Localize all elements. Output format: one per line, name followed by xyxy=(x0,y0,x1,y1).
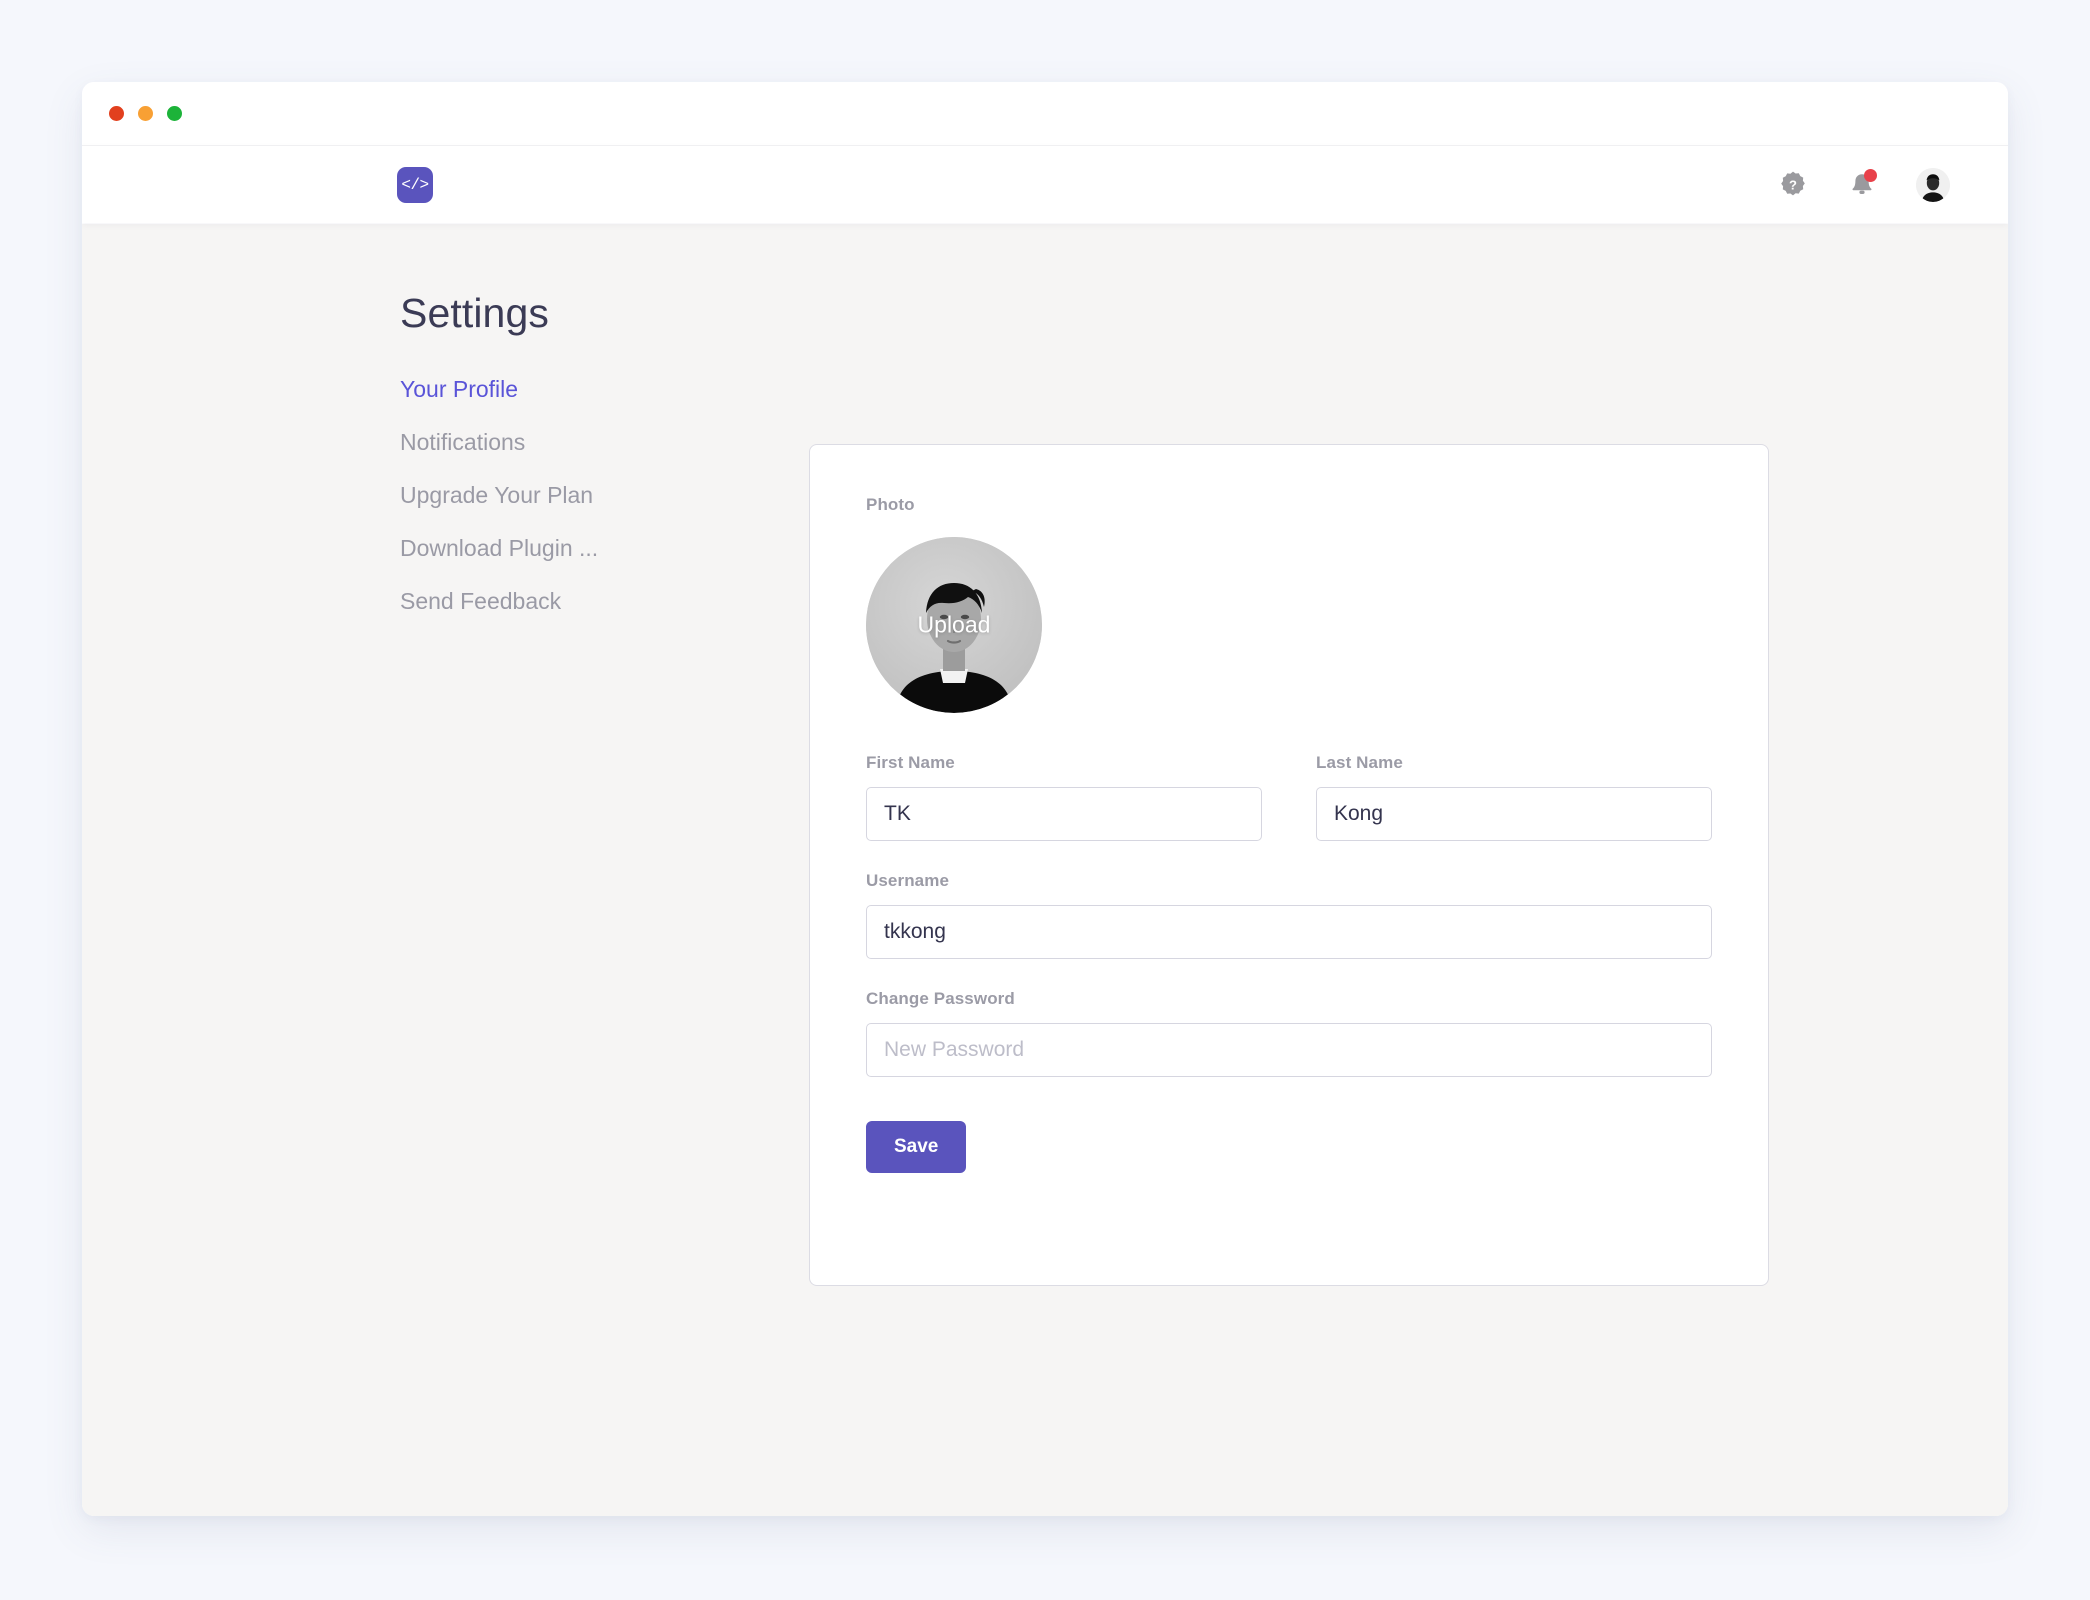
logo-glyph: </> xyxy=(401,175,429,194)
maximize-window-button[interactable] xyxy=(167,106,182,121)
page-title: Settings xyxy=(400,290,549,336)
notification-badge-dot xyxy=(1864,168,1877,182)
first-name-input[interactable] xyxy=(866,787,1262,841)
notifications-bell-icon[interactable] xyxy=(1847,168,1877,201)
first-name-label: First Name xyxy=(866,753,955,772)
change-password-field: Change Password xyxy=(866,989,1712,1077)
last-name-field: Last Name xyxy=(1316,753,1712,841)
username-label: Username xyxy=(866,871,950,890)
sidebar-item-notifications[interactable]: Notifications xyxy=(400,429,650,456)
last-name-input[interactable] xyxy=(1316,787,1712,841)
username-field: Username xyxy=(866,871,1712,959)
profile-settings-card: Photo Upload First Name TK Last Name Kon… xyxy=(809,444,1769,1286)
first-name-field: First Name xyxy=(866,753,1262,841)
new-password-input[interactable] xyxy=(866,1023,1712,1077)
photo-label: Photo xyxy=(866,495,915,514)
sidebar-item-send-feedback[interactable]: Send Feedback xyxy=(400,588,650,615)
nav-actions: ? xyxy=(1778,167,1950,202)
save-button[interactable]: Save xyxy=(866,1121,967,1173)
last-name-label: Last Name xyxy=(1316,753,1403,772)
photo-field: Photo Upload xyxy=(866,495,1712,713)
sidebar-item-upgrade-your-plan[interactable]: Upgrade Your Plan xyxy=(400,482,650,509)
change-password-label: Change Password xyxy=(866,989,1015,1008)
sidebar-item-download-plugin[interactable]: Download Plugin ... xyxy=(400,535,650,562)
minimize-window-button[interactable] xyxy=(138,106,153,121)
name-fields-row: First Name Last Name xyxy=(866,753,1712,841)
settings-page: Settings Your Profile Notifications Upgr… xyxy=(82,224,2008,1516)
sidebar-item-your-profile[interactable]: Your Profile xyxy=(400,376,650,403)
settings-sidebar: Your Profile Notifications Upgrade Your … xyxy=(400,376,650,641)
profile-photo-upload[interactable]: Upload xyxy=(866,537,1042,713)
username-input[interactable] xyxy=(866,905,1712,959)
app-logo-code-icon[interactable]: </> xyxy=(397,166,433,203)
traffic-light-controls xyxy=(109,106,182,121)
upload-photo-label: Upload xyxy=(917,611,991,638)
avatar[interactable] xyxy=(1916,167,1950,202)
svg-text:?: ? xyxy=(1789,177,1797,192)
top-navigation-bar: </> ? xyxy=(82,146,2008,223)
app-window: </> ? Settings Your Profile Notification… xyxy=(82,82,2008,1516)
window-titlebar xyxy=(82,82,2008,146)
help-icon[interactable]: ? xyxy=(1778,170,1808,200)
close-window-button[interactable] xyxy=(109,106,124,121)
